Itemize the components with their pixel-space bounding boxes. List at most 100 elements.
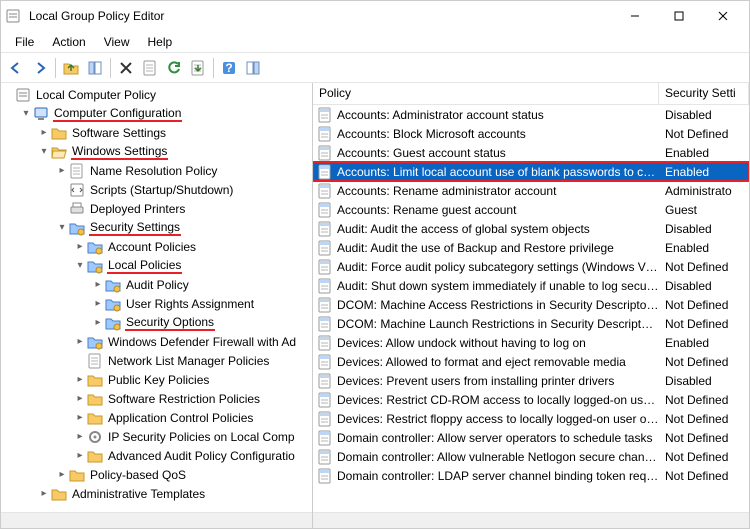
tree-expander-closed[interactable]: ▸	[73, 450, 87, 461]
up-one-level-button[interactable]	[60, 57, 82, 79]
policy-row[interactable]: Audit: Audit the use of Backup and Resto…	[313, 238, 749, 257]
tree-pane[interactable]: Local Computer Policy ▾Computer Configur…	[1, 83, 313, 528]
tree-expander-open[interactable]: ▾	[19, 108, 33, 119]
policy-value: Not Defined	[659, 298, 749, 312]
policy-icon	[317, 221, 333, 237]
properties-button[interactable]	[139, 57, 161, 79]
tree-label: IP Security Policies on Local Comp	[107, 430, 296, 444]
tree-expander-closed[interactable]: ▸	[37, 488, 51, 499]
tree-label: Account Policies	[107, 240, 197, 254]
policy-row[interactable]: Accounts: Guest account status Enabled	[313, 143, 749, 162]
policy-row[interactable]: Audit: Audit the access of global system…	[313, 219, 749, 238]
policy-row[interactable]: Accounts: Administrator account status D…	[313, 105, 749, 124]
policy-value: Disabled	[659, 279, 749, 293]
tree-item-ws[interactable]: ▾Windows Settings	[37, 142, 312, 161]
tree-expander-closed[interactable]: ▸	[73, 412, 87, 423]
show-hide-action-pane-button[interactable]	[242, 57, 264, 79]
policy-row[interactable]: Domain controller: LDAP server channel b…	[313, 466, 749, 485]
tree-item-qos[interactable]: ▸Policy-based QoS	[55, 465, 312, 484]
refresh-button[interactable]	[163, 57, 185, 79]
policy-row[interactable]: Audit: Force audit policy subcategory se…	[313, 257, 749, 276]
tree-expander-closed[interactable]: ▸	[91, 279, 105, 290]
maximize-button[interactable]	[657, 1, 701, 31]
tree-item-aap[interactable]: ▸Advanced Audit Policy Configuratio	[73, 446, 312, 465]
policy-row[interactable]: DCOM: Machine Access Restrictions in Sec…	[313, 295, 749, 314]
tree-expander-open[interactable]: ▾	[73, 260, 87, 271]
policy-value: Enabled	[659, 165, 749, 179]
export-list-button[interactable]	[187, 57, 209, 79]
policy-name: Devices: Prevent users from installing p…	[337, 374, 659, 388]
tree-item-pkp[interactable]: ▸Public Key Policies	[73, 370, 312, 389]
policy-row[interactable]: Accounts: Rename guest account Guest	[313, 200, 749, 219]
tree-expander-open[interactable]: ▾	[55, 222, 69, 233]
tree-item-cc[interactable]: ▾Computer Configuration	[19, 104, 312, 123]
tree-expander-closed[interactable]: ▸	[73, 241, 87, 252]
menu-action[interactable]: Action	[44, 33, 93, 51]
policy-row[interactable]: Accounts: Block Microsoft accounts Not D…	[313, 124, 749, 143]
policy-value: Not Defined	[659, 393, 749, 407]
tree-expander-closed[interactable]: ▸	[73, 431, 87, 442]
tree-expander-open[interactable]: ▾	[37, 146, 51, 157]
tree-label: Application Control Policies	[107, 411, 254, 425]
policy-row[interactable]: Accounts: Rename administrator account A…	[313, 181, 749, 200]
tree-item-audit[interactable]: ▸Audit Policy	[91, 275, 312, 294]
column-policy[interactable]: Policy	[313, 83, 659, 104]
policy-row[interactable]: Devices: Allow undock without having to …	[313, 333, 749, 352]
tree-item-sec[interactable]: ▾Security Settings	[55, 218, 312, 237]
policy-row[interactable]: Devices: Allowed to format and eject rem…	[313, 352, 749, 371]
folder-icon	[69, 467, 85, 483]
policy-root-icon	[15, 87, 31, 103]
delete-button[interactable]	[115, 57, 137, 79]
policy-row[interactable]: Devices: Restrict CD-ROM access to local…	[313, 390, 749, 409]
tree-expander-closed[interactable]: ▸	[73, 374, 87, 385]
tree-expander-closed[interactable]: ▸	[55, 165, 69, 176]
tree-item-nrp[interactable]: ▸Name Resolution Policy	[55, 161, 312, 180]
list-scrollbar[interactable]	[313, 512, 749, 528]
policy-row[interactable]: DCOM: Machine Launch Restrictions in Sec…	[313, 314, 749, 333]
tree-expander-closed[interactable]: ▸	[73, 393, 87, 404]
menu-view[interactable]: View	[96, 33, 138, 51]
policy-row[interactable]: Audit: Shut down system immediately if u…	[313, 276, 749, 295]
body: Local Computer Policy ▾Computer Configur…	[1, 83, 749, 528]
tree-expander-closed[interactable]: ▸	[91, 298, 105, 309]
policy-row[interactable]: Domain controller: Allow vulnerable Netl…	[313, 447, 749, 466]
column-security[interactable]: Security Setti	[659, 83, 749, 104]
tree-scrollbar[interactable]	[1, 512, 312, 528]
menu-file[interactable]: File	[7, 33, 42, 51]
tree-item-dprn[interactable]: Deployed Printers	[55, 199, 312, 218]
minimize-button[interactable]	[613, 1, 657, 31]
tree-item-adm[interactable]: ▸Administrative Templates	[37, 484, 312, 503]
tree-item-nlm[interactable]: Network List Manager Policies	[73, 351, 312, 370]
policy-icon	[317, 240, 333, 256]
tree-item-srp[interactable]: ▸Software Restriction Policies	[73, 389, 312, 408]
tree-item-acct[interactable]: ▸ Account Policies	[73, 237, 312, 256]
tree-item-root[interactable]: Local Computer Policy	[1, 85, 312, 104]
menu-help[interactable]: Help	[140, 33, 181, 51]
tree-expander-closed[interactable]: ▸	[91, 317, 105, 328]
back-button[interactable]	[5, 57, 27, 79]
tree-item-scripts[interactable]: Scripts (Startup/Shutdown)	[55, 180, 312, 199]
tree-item-wdf[interactable]: ▸Windows Defender Firewall with Ad	[73, 332, 312, 351]
show-hide-console-tree-button[interactable]	[84, 57, 106, 79]
policy-value: Not Defined	[659, 431, 749, 445]
tree-item-sw[interactable]: ▸Software Settings	[37, 123, 312, 142]
tree-item-ura[interactable]: ▸User Rights Assignment	[91, 294, 312, 313]
tree-expander-closed[interactable]: ▸	[73, 336, 87, 347]
tree-item-local[interactable]: ▾Local Policies	[73, 256, 312, 275]
tree-expander-closed[interactable]: ▸	[37, 127, 51, 138]
policy-row[interactable]: Devices: Prevent users from installing p…	[313, 371, 749, 390]
tree-expander-closed[interactable]: ▸	[55, 469, 69, 480]
policy-row[interactable]: Domain controller: Allow server operator…	[313, 428, 749, 447]
policy-value: Not Defined	[659, 450, 749, 464]
help-button[interactable]: ?	[218, 57, 240, 79]
policy-row[interactable]: Accounts: Limit local account use of bla…	[313, 162, 749, 181]
policy-row[interactable]: Devices: Restrict floppy access to local…	[313, 409, 749, 428]
forward-button[interactable]	[29, 57, 51, 79]
tree-item-secopt[interactable]: ▸Security Options	[91, 313, 312, 332]
list-body[interactable]: Accounts: Administrator account status D…	[313, 105, 749, 512]
close-button[interactable]	[701, 1, 745, 31]
policy-name: Accounts: Block Microsoft accounts	[337, 127, 659, 141]
tree-item-ipsec[interactable]: ▸ IP Security Policies on Local Comp	[73, 427, 312, 446]
tree-item-acp[interactable]: ▸ Application Control Policies	[73, 408, 312, 427]
policy-value: Enabled	[659, 146, 749, 160]
